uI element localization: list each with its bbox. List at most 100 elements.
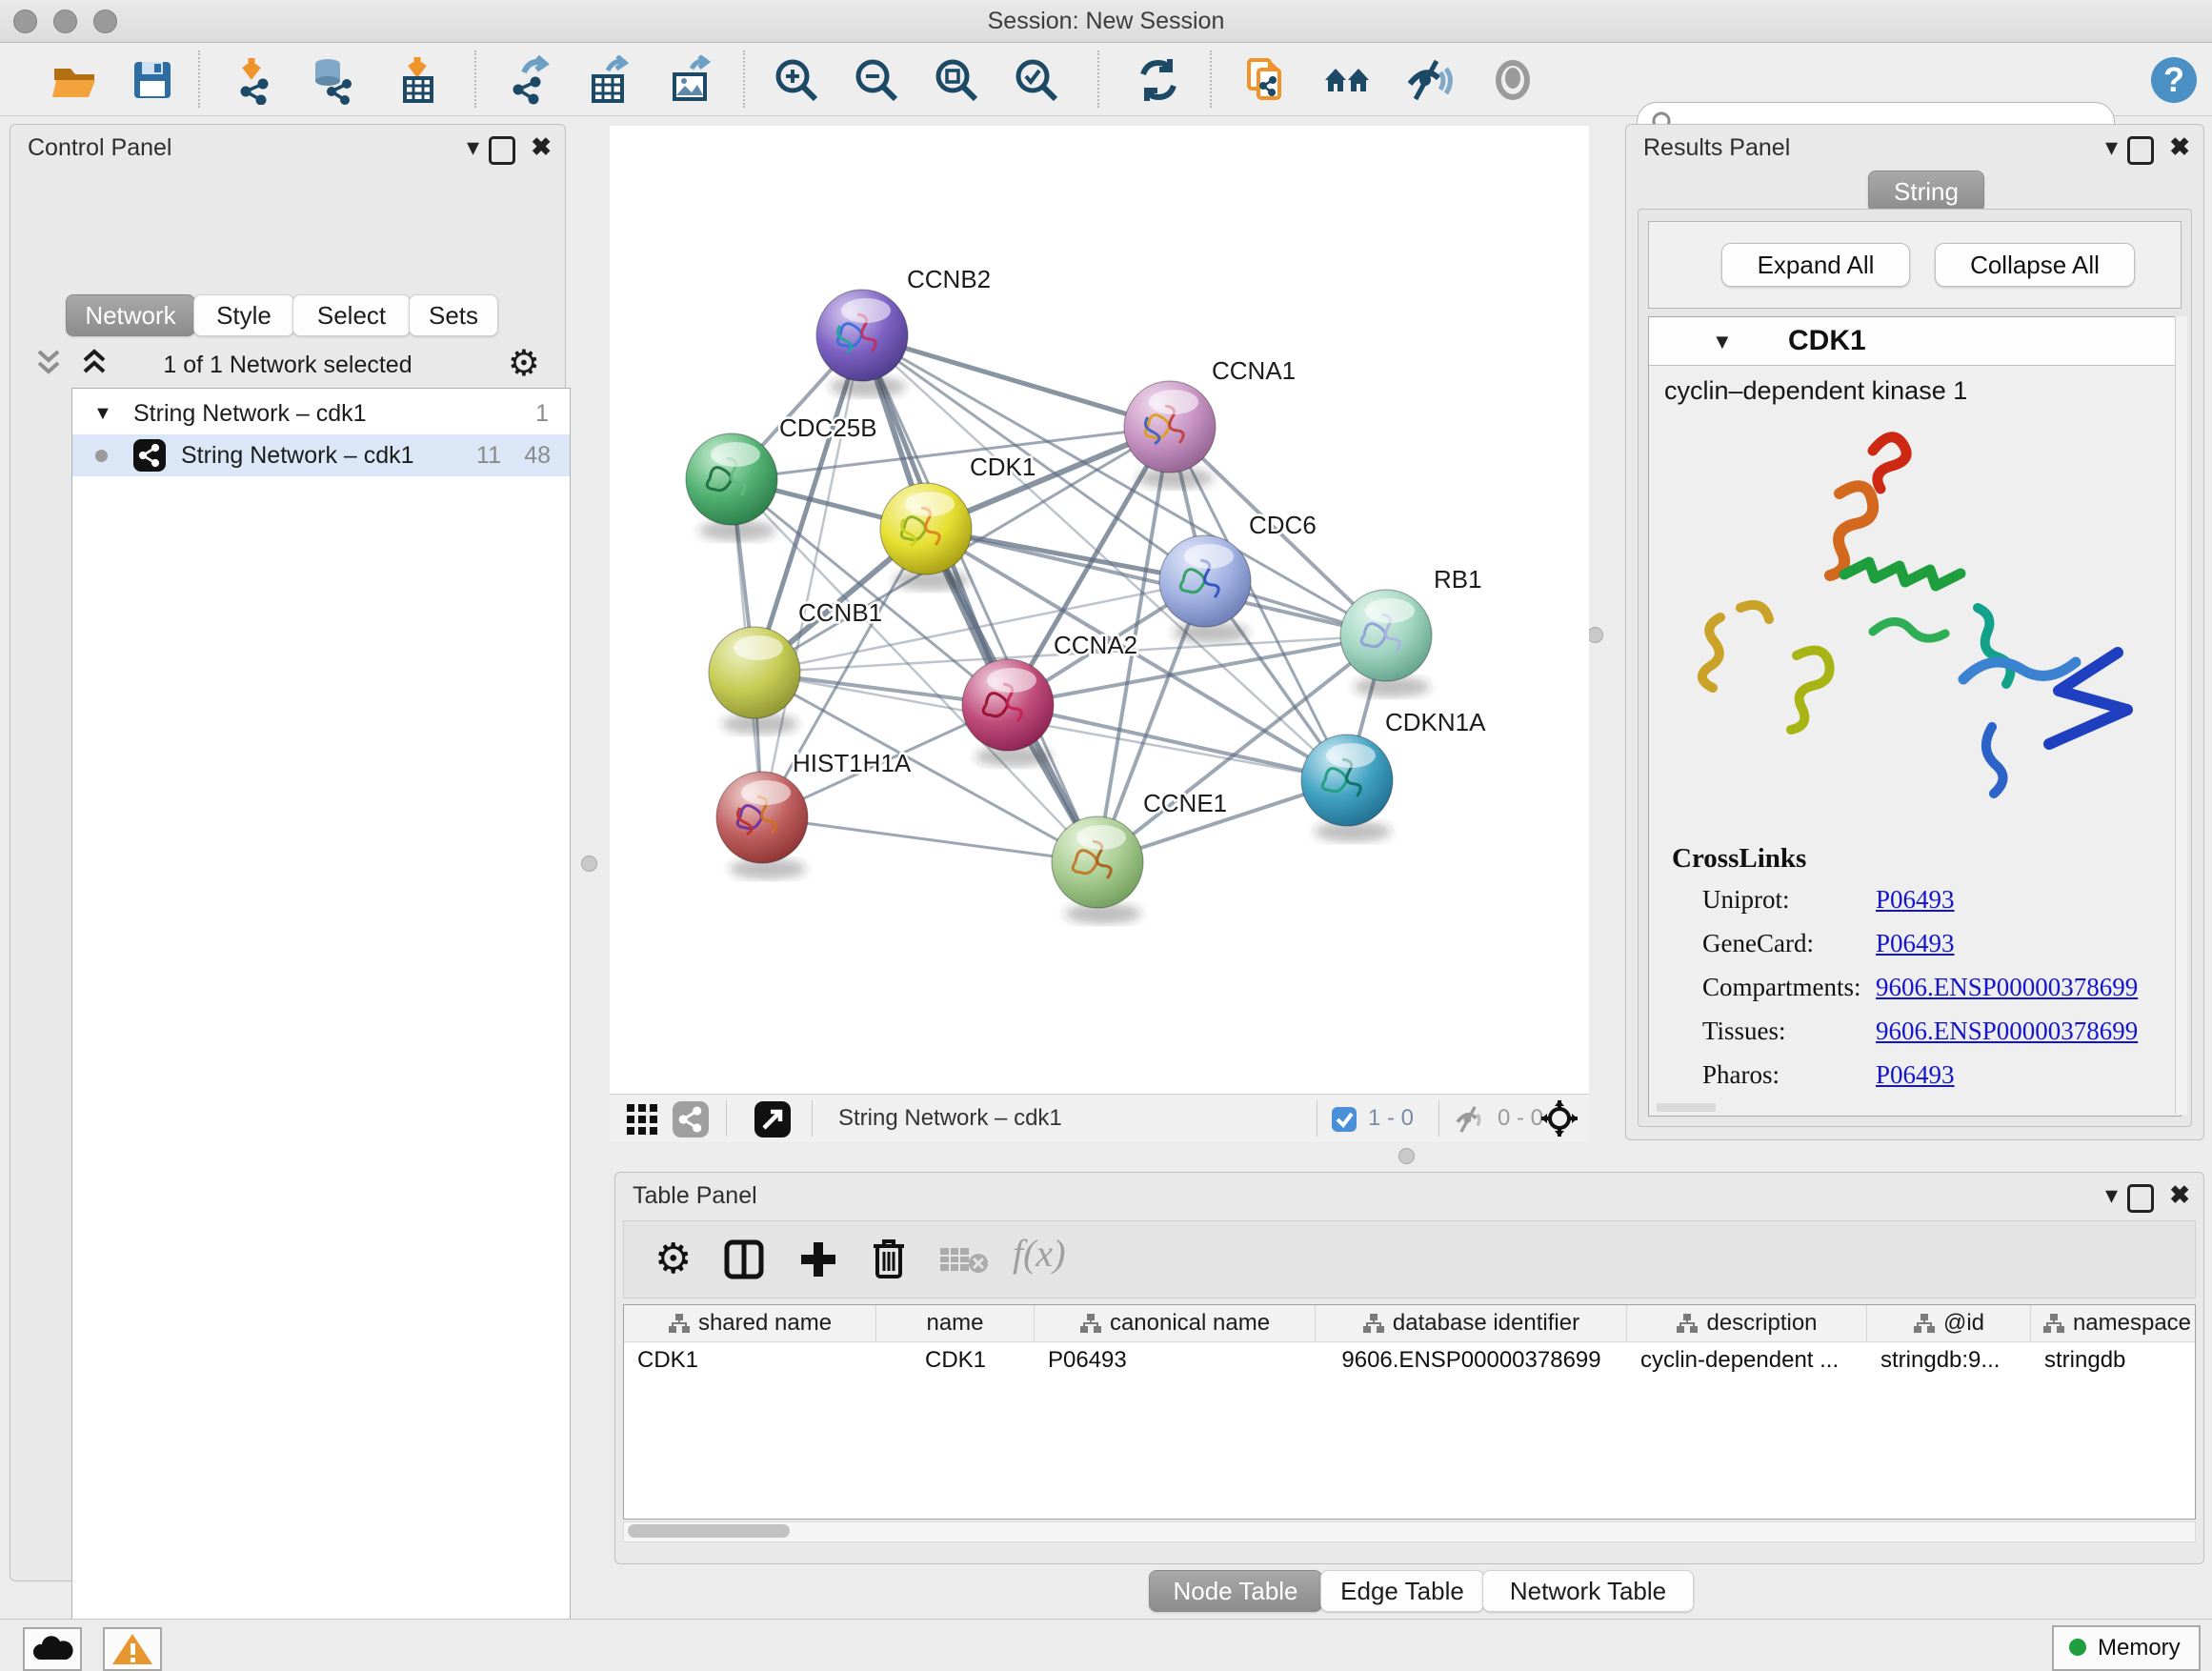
network-node-CDC25B[interactable] [686, 433, 777, 541]
import-network-file-icon[interactable] [229, 55, 278, 105]
float-panel-icon[interactable] [2127, 136, 2154, 165]
tab-sets[interactable]: Sets [409, 294, 498, 336]
table-cell[interactable]: P06493 [1035, 1341, 1316, 1379]
table-cell[interactable]: CDK1 [876, 1341, 1035, 1379]
zoom-in-icon[interactable] [772, 55, 821, 105]
right-splitter-handle[interactable] [1587, 627, 1603, 643]
network-edge[interactable] [862, 335, 1097, 862]
close-panel-icon[interactable]: ✖ [531, 132, 552, 162]
section-collapse-triangle-icon[interactable]: ▼ [1712, 330, 1733, 354]
network-share-view-icon[interactable] [673, 1101, 709, 1137]
cdk1-section-header[interactable]: ▼ CDK1 [1649, 317, 2181, 366]
zoom-out-icon[interactable] [852, 55, 901, 105]
network-node-CDK1[interactable] [880, 483, 972, 591]
network-node-CCNB1[interactable] [709, 627, 800, 735]
panel-menu-icon[interactable]: ▾ [2105, 132, 2118, 162]
column-header-shared-name[interactable]: shared name [624, 1305, 876, 1341]
export-image-icon[interactable] [667, 55, 716, 105]
float-panel-icon[interactable] [489, 136, 515, 165]
table-cell[interactable]: CDK1 [624, 1341, 876, 1379]
network-edge[interactable] [762, 335, 862, 817]
column-header-@id[interactable]: @id [1867, 1305, 2031, 1341]
table-cell[interactable]: stringdb [2031, 1341, 2196, 1379]
birdseye-navigator-icon[interactable] [1539, 1098, 1579, 1138]
network-node-CCNA2[interactable] [962, 659, 1054, 767]
column-header-name[interactable]: name [876, 1305, 1035, 1341]
close-panel-icon[interactable]: ✖ [2169, 1180, 2190, 1210]
float-panel-icon[interactable] [2127, 1184, 2154, 1213]
crosslink-link[interactable]: P06493 [1876, 885, 1955, 915]
table-settings-gear-icon[interactable]: ⚙ [654, 1235, 692, 1283]
tab-select[interactable]: Select [292, 294, 411, 336]
function-builder-icon-disabled: f(x) [1013, 1231, 1066, 1276]
memory-button[interactable]: Memory [2052, 1625, 2201, 1671]
network-canvas[interactable]: CCNB2CCNA1CDC25BCDK1CDC6RB1CCNB1CCNA2CDK… [610, 126, 1589, 1094]
table-cell[interactable]: cyclin-dependent ... [1627, 1341, 1867, 1379]
crosslink-link[interactable]: 9606.ENSP00000378699 [1876, 973, 2138, 1002]
home-icon[interactable] [1322, 55, 1372, 105]
network-node-CDC6[interactable] [1159, 535, 1251, 643]
detach-view-icon[interactable] [754, 1101, 791, 1137]
network-node-CCNB2[interactable] [816, 290, 908, 397]
network-options-gear-icon[interactable]: ⚙ [508, 342, 540, 385]
selected-checkbox-icon[interactable] [1330, 1105, 1358, 1134]
table-hscroll-thumb[interactable] [628, 1524, 790, 1538]
open-session-icon[interactable] [50, 55, 99, 105]
hide-selected-eye-icon[interactable] [1404, 55, 1454, 105]
export-network-icon[interactable] [503, 55, 553, 105]
network-collection-row[interactable]: ▼ String Network – cdk1 1 [72, 393, 570, 434]
results-vscrollbar[interactable] [2175, 316, 2187, 1115]
network-node-CCNE1[interactable] [1052, 816, 1143, 924]
warnings-button[interactable] [103, 1627, 162, 1671]
show-columns-icon[interactable] [723, 1238, 765, 1280]
table-cell[interactable]: 9606.ENSP00000378699 [1316, 1341, 1627, 1379]
left-splitter-handle[interactable] [581, 856, 597, 872]
grid-view-icon[interactable] [625, 1102, 659, 1137]
network-node-RB1[interactable] [1340, 590, 1432, 697]
tab-string[interactable]: String [1868, 171, 1984, 212]
crosslink-link[interactable]: 9606.ENSP00000378699 [1876, 1017, 2138, 1046]
tab-node-table[interactable]: Node Table [1149, 1570, 1322, 1612]
network-row[interactable]: String Network – cdk1 11 48 [72, 434, 570, 476]
crosslink-link[interactable]: P06493 [1876, 1060, 1955, 1090]
tab-network-table[interactable]: Network Table [1482, 1570, 1694, 1612]
section-hscroll-thumb[interactable] [1657, 1103, 1716, 1112]
add-column-icon[interactable] [797, 1238, 839, 1280]
panel-menu-icon[interactable]: ▾ [2105, 1180, 2118, 1210]
network-node-CCNA1[interactable] [1124, 381, 1216, 489]
expand-all-button[interactable]: Expand All [1721, 243, 1910, 287]
column-header-description[interactable]: description [1627, 1305, 1867, 1341]
tab-network[interactable]: Network [66, 294, 195, 336]
collapse-all-button[interactable]: Collapse All [1935, 243, 2135, 287]
network-node-CDKN1A[interactable] [1301, 735, 1393, 842]
network-node-HIST1H1A[interactable] [716, 772, 808, 879]
collapse-triangle-icon[interactable]: ▼ [93, 393, 112, 434]
tab-style[interactable]: Style [193, 294, 294, 336]
save-session-icon[interactable] [128, 55, 177, 105]
column-header-database-identifier[interactable]: database identifier [1316, 1305, 1627, 1341]
import-table-file-icon[interactable] [392, 55, 442, 105]
refresh-icon[interactable] [1134, 55, 1183, 105]
zoom-fit-icon[interactable] [932, 55, 981, 105]
zoom-selected-icon[interactable] [1012, 55, 1061, 105]
network-edge[interactable] [1008, 705, 1347, 780]
crosslink-link[interactable]: P06493 [1876, 929, 1955, 958]
bottom-splitter-handle[interactable] [1398, 1148, 1415, 1164]
preview-eye-icon[interactable] [1488, 55, 1538, 105]
help-icon[interactable]: ? [2149, 55, 2199, 105]
export-table-icon[interactable] [585, 55, 634, 105]
clone-network-icon[interactable] [1240, 55, 1290, 105]
hidden-eye-slash-icon[interactable] [1454, 1103, 1486, 1136]
cloud-button[interactable] [23, 1627, 82, 1671]
column-header-namespace[interactable]: namespace [2031, 1305, 2196, 1341]
network-edge[interactable] [762, 817, 1097, 862]
delete-column-trash-icon[interactable] [868, 1237, 910, 1280]
column-header-canonical-name[interactable]: canonical name [1035, 1305, 1316, 1341]
import-network-database-icon[interactable] [309, 55, 358, 105]
table-hscrollbar[interactable] [623, 1521, 2196, 1542]
panel-menu-icon[interactable]: ▾ [467, 132, 479, 162]
table-cell[interactable]: stringdb:9... [1867, 1341, 2031, 1379]
close-panel-icon[interactable]: ✖ [2169, 132, 2190, 162]
network-edge[interactable] [862, 335, 1170, 427]
tab-edge-table[interactable]: Edge Table [1320, 1570, 1484, 1612]
